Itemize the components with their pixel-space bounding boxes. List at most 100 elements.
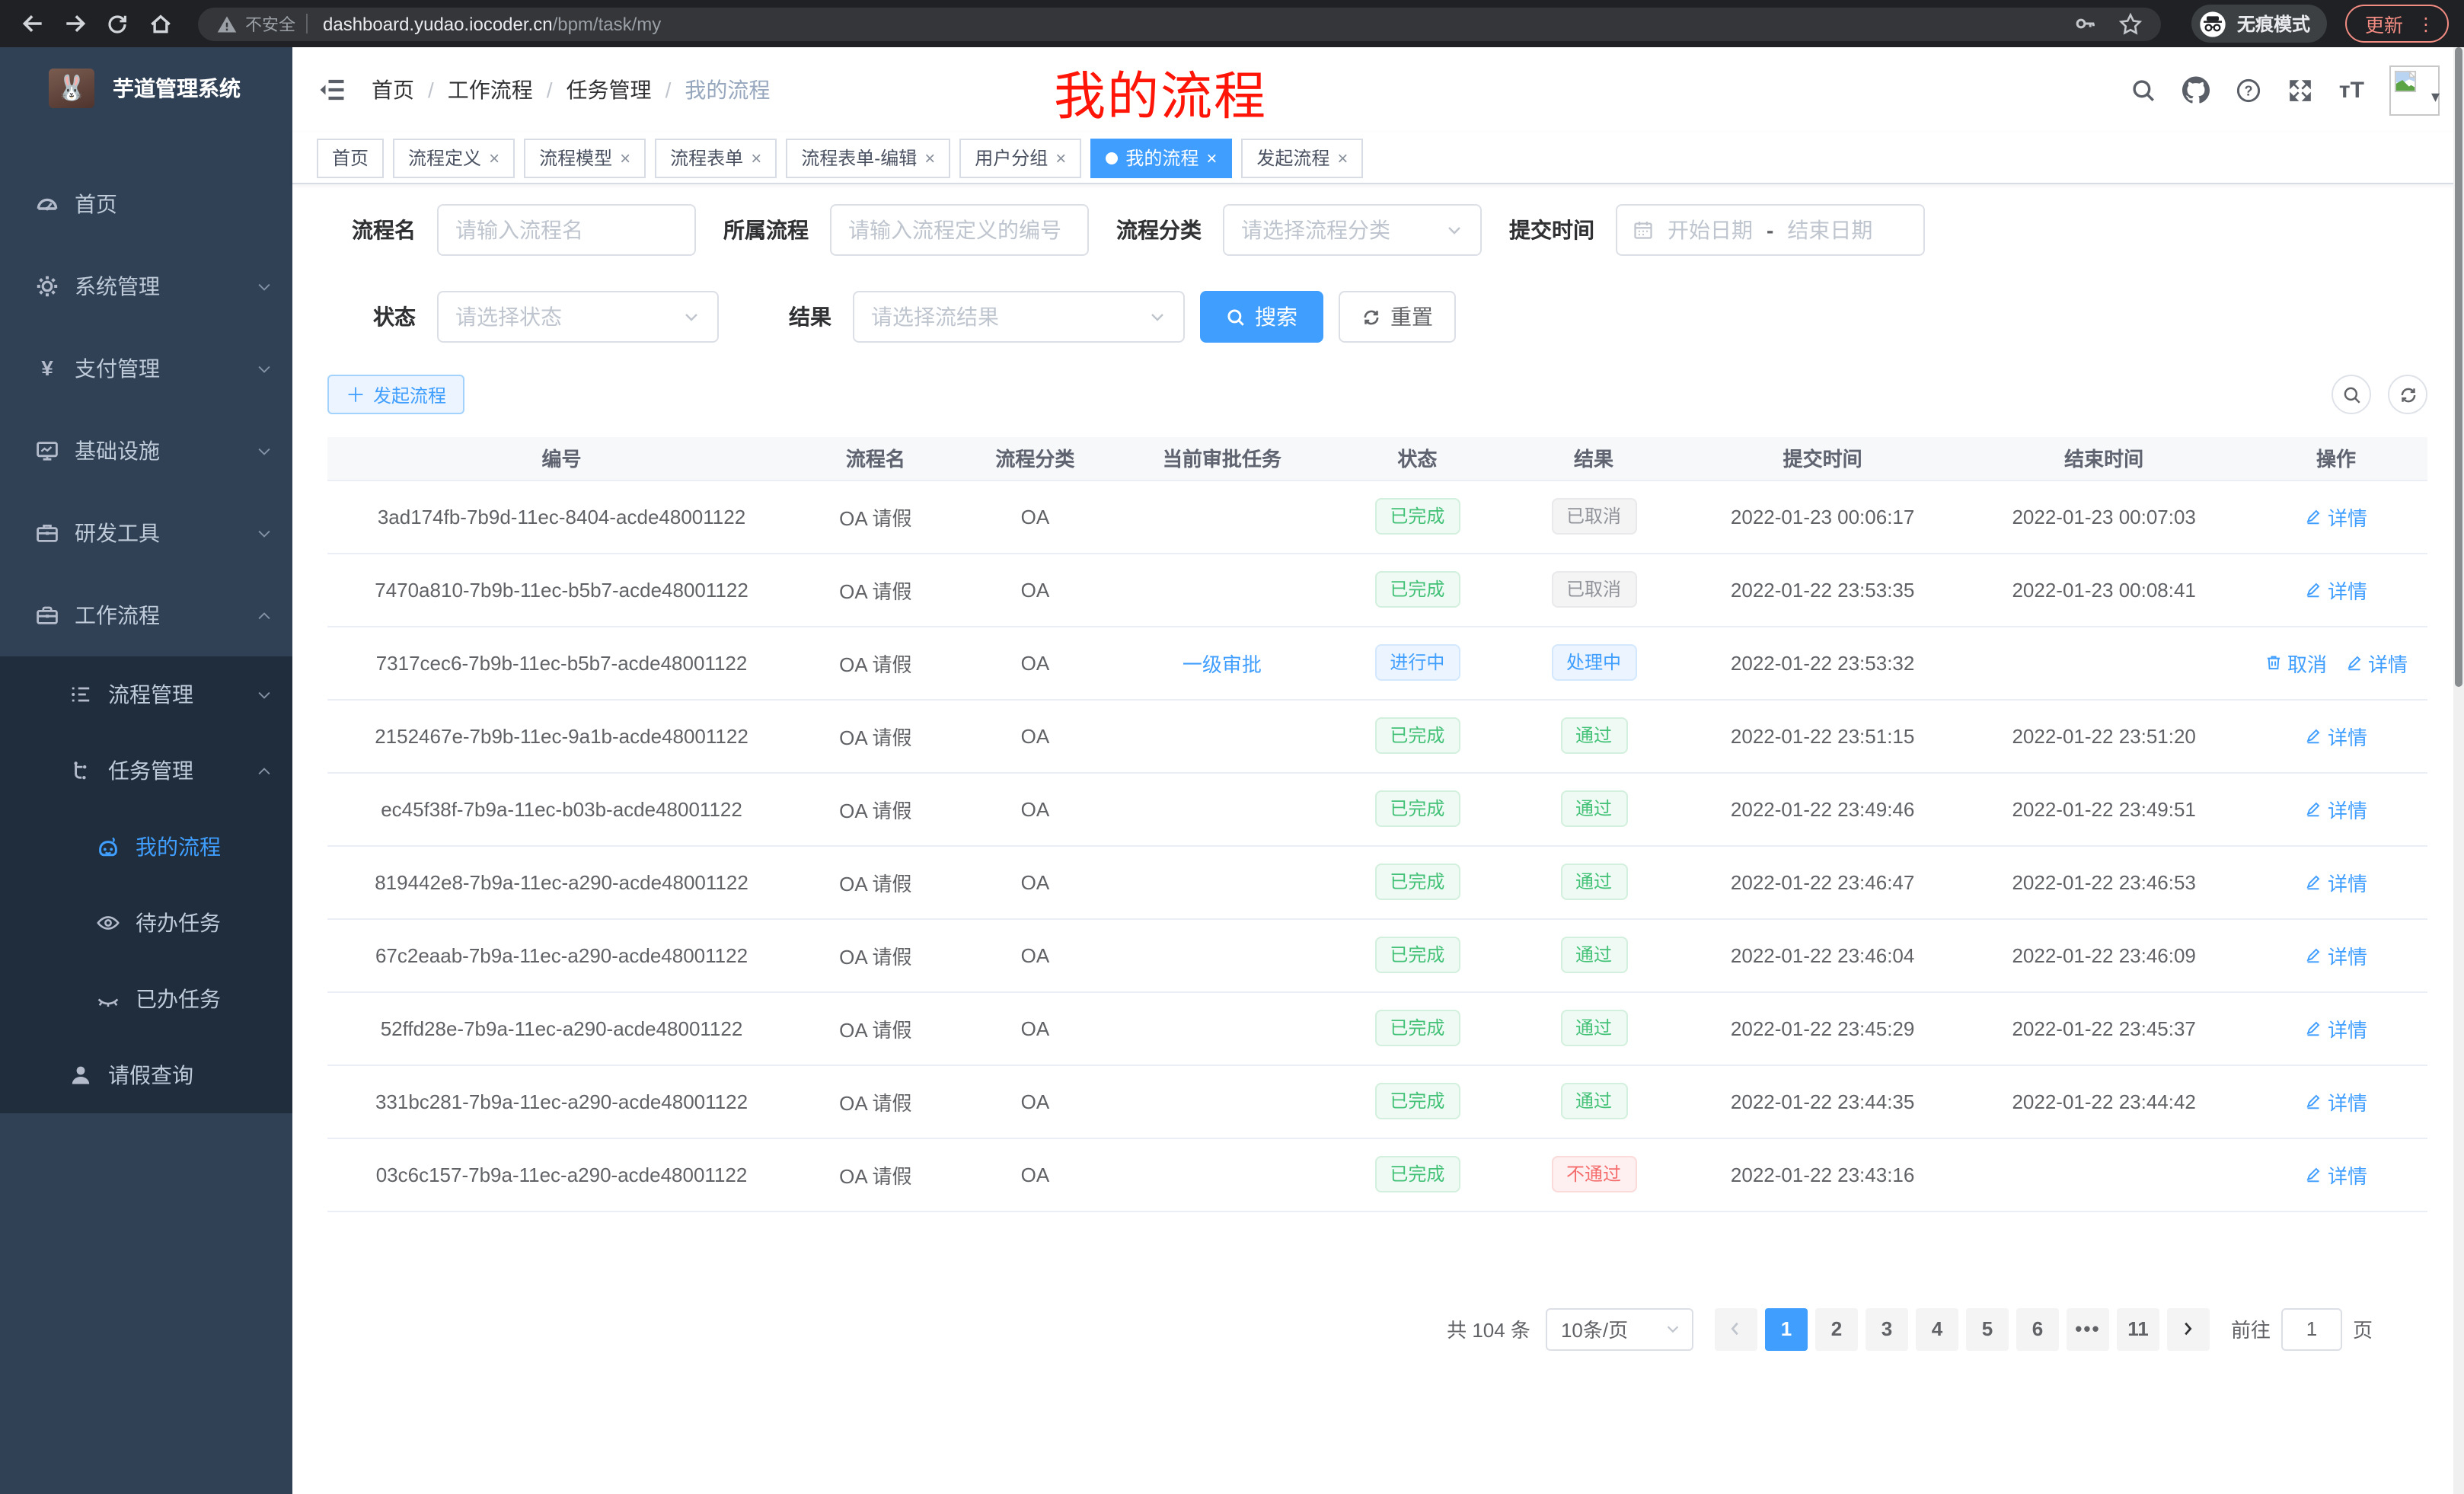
- cell-result: 通过: [1505, 991, 1682, 1065]
- result-select[interactable]: 请选择流结果: [853, 291, 1185, 343]
- table-refresh-button[interactable]: [2388, 375, 2427, 414]
- tab-流程表单[interactable]: 流程表单×: [655, 138, 777, 177]
- page-size-select[interactable]: 10条/页: [1546, 1307, 1693, 1350]
- page-button-3[interactable]: 3: [1866, 1307, 1908, 1350]
- cell-id: 2152467e-7b9b-11ec-9a1b-acde48001122: [327, 699, 796, 772]
- page-button-5[interactable]: 5: [1966, 1307, 2009, 1350]
- sidebar-item-系统管理[interactable]: 系统管理: [0, 245, 292, 327]
- close-icon[interactable]: ×: [1055, 147, 1066, 168]
- browser-back-icon[interactable]: [15, 7, 49, 40]
- action-label: 详情: [2328, 867, 2367, 896]
- scrollbar-thumb[interactable]: [2455, 47, 2462, 687]
- sidebar-item-请假查询[interactable]: 请假查询: [0, 1037, 292, 1113]
- detail-link[interactable]: 详情: [2305, 1014, 2367, 1042]
- bookmark-star-icon[interactable]: [2118, 11, 2143, 36]
- submit-time-range-picker[interactable]: 开始日期 - 结束日期: [1616, 204, 1925, 256]
- category-select[interactable]: 请选择流程分类: [1223, 204, 1482, 256]
- update-label[interactable]: 更新: [2365, 9, 2403, 38]
- close-icon[interactable]: ×: [1206, 147, 1217, 168]
- tab-首页[interactable]: 首页: [317, 138, 384, 177]
- eye-closed-icon: [96, 987, 120, 1011]
- cell-submit-time: 2022-01-22 23:49:46: [1682, 772, 1964, 845]
- reset-button[interactable]: 重置: [1339, 291, 1456, 343]
- sidebar: 🐰 芋道管理系统 首页系统管理¥支付管理基础设施研发工具工作流程流程管理任务管理…: [0, 47, 292, 1494]
- close-icon[interactable]: ×: [489, 147, 500, 168]
- detail-link[interactable]: 详情: [2305, 867, 2367, 896]
- tab-流程表单-编辑[interactable]: 流程表单-编辑×: [786, 138, 950, 177]
- close-icon[interactable]: ×: [620, 147, 630, 168]
- close-icon[interactable]: ×: [1337, 147, 1348, 168]
- hamburger-icon[interactable]: [317, 75, 347, 105]
- result-badge: 通过: [1560, 717, 1627, 754]
- detail-link[interactable]: 详情: [2305, 1087, 2367, 1116]
- key-icon[interactable]: [2074, 12, 2097, 35]
- status-select[interactable]: 请选择状态: [437, 291, 719, 343]
- tab-发起流程[interactable]: 发起流程×: [1241, 138, 1363, 177]
- breadcrumb-item[interactable]: 首页: [372, 75, 414, 105]
- address-bar[interactable]: 不安全 dashboard.yudao.iocoder.cn/bpm/task/…: [198, 7, 2161, 40]
- page-button-2[interactable]: 2: [1815, 1307, 1858, 1350]
- cancel-link[interactable]: 取消: [2265, 648, 2327, 677]
- sidebar-item-待办任务[interactable]: 待办任务: [0, 885, 292, 961]
- current-task-link[interactable]: 一级审批: [1183, 653, 1262, 675]
- breadcrumb-item[interactable]: 工作流程: [448, 75, 533, 105]
- result-badge: 已取消: [1551, 571, 1636, 608]
- breadcrumb-item[interactable]: 任务管理: [567, 75, 652, 105]
- close-icon[interactable]: ×: [924, 147, 935, 168]
- sidebar-item-基础设施[interactable]: 基础设施: [0, 410, 292, 492]
- tab-流程定义[interactable]: 流程定义×: [393, 138, 515, 177]
- fullscreen-icon[interactable]: [2287, 77, 2313, 103]
- goto-page-input[interactable]: 1: [2281, 1307, 2342, 1350]
- url-host[interactable]: dashboard.yudao.iocoder.cn: [323, 13, 553, 34]
- browser-update-button[interactable]: 更新 ⋮: [2345, 5, 2449, 43]
- table-search-button[interactable]: [2332, 375, 2371, 414]
- page-button-11[interactable]: 11: [2117, 1307, 2159, 1350]
- cell-end-time: 2022-01-23 00:08:41: [1963, 553, 2245, 626]
- sidebar-logo[interactable]: 🐰 芋道管理系统: [0, 47, 292, 129]
- header-search-icon[interactable]: [2130, 77, 2156, 103]
- create-process-button[interactable]: ＋ 发起流程: [327, 375, 464, 414]
- tab-用户分组[interactable]: 用户分组×: [959, 138, 1081, 177]
- more-pages-button[interactable]: •••: [2067, 1307, 2109, 1350]
- tab-我的流程[interactable]: 我的流程×: [1090, 138, 1232, 177]
- detail-link[interactable]: 详情: [2305, 575, 2367, 604]
- url-path[interactable]: /bpm/task/my: [553, 13, 662, 34]
- help-icon[interactable]: ?: [2236, 77, 2261, 103]
- process-name-input[interactable]: 请输入流程名: [437, 204, 696, 256]
- detail-link[interactable]: 详情: [2305, 1160, 2367, 1189]
- sidebar-item-研发工具[interactable]: 研发工具: [0, 492, 292, 574]
- scrollbar-track[interactable]: [2453, 47, 2464, 1494]
- next-page-button[interactable]: [2167, 1307, 2210, 1350]
- browser-reload-icon[interactable]: [101, 7, 134, 40]
- detail-link[interactable]: 详情: [2305, 794, 2367, 823]
- close-icon[interactable]: ×: [751, 147, 761, 168]
- sidebar-item-工作流程[interactable]: 工作流程: [0, 574, 292, 656]
- github-icon[interactable]: [2182, 76, 2210, 104]
- prev-page-button[interactable]: [1715, 1307, 1757, 1350]
- detail-link[interactable]: 详情: [2305, 721, 2367, 750]
- sidebar-item-我的流程[interactable]: 我的流程: [0, 809, 292, 885]
- browser-menu-icon[interactable]: ⋮: [2417, 14, 2435, 33]
- parent-process-input[interactable]: 请输入流程定义的编号: [830, 204, 1089, 256]
- sidebar-item-任务管理[interactable]: 任务管理: [0, 733, 292, 809]
- sidebar-item-流程管理[interactable]: 流程管理: [0, 656, 292, 733]
- detail-link[interactable]: 详情: [2345, 648, 2408, 677]
- browser-forward-icon[interactable]: [58, 7, 91, 40]
- cell-submit-time: 2022-01-22 23:46:47: [1682, 845, 1964, 918]
- sidebar-item-首页[interactable]: 首页: [0, 163, 292, 245]
- page-button-4[interactable]: 4: [1916, 1307, 1958, 1350]
- detail-link[interactable]: 详情: [2305, 502, 2367, 531]
- search-button[interactable]: 搜索: [1200, 291, 1323, 343]
- font-size-icon[interactable]: тT: [2339, 78, 2364, 101]
- sidebar-item-支付管理[interactable]: ¥支付管理: [0, 327, 292, 410]
- page-button-6[interactable]: 6: [2016, 1307, 2059, 1350]
- page-button-1[interactable]: 1: [1765, 1307, 1808, 1350]
- sidebar-item-已办任务[interactable]: 已办任务: [0, 961, 292, 1037]
- breadcrumb-item[interactable]: 我的流程: [685, 75, 770, 105]
- tab-流程模型[interactable]: 流程模型×: [524, 138, 646, 177]
- column-header-流程名: 流程名: [796, 437, 956, 480]
- browser-home-icon[interactable]: [143, 7, 177, 40]
- security-label[interactable]: 不安全: [245, 11, 295, 36]
- detail-link[interactable]: 详情: [2305, 940, 2367, 969]
- avatar-caret-icon[interactable]: ▾: [2431, 86, 2440, 106]
